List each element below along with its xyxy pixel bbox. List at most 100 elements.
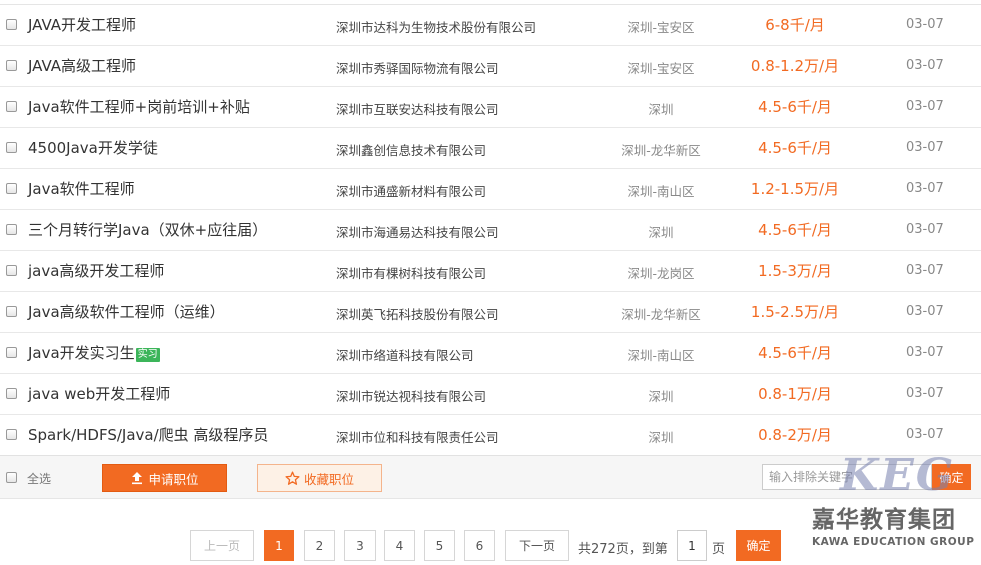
job-row: Spark/HDFS/Java/爬虫 高级程序员 深圳市位和科技有限责任公司 深… [0,415,981,456]
post-date: 03-07 [906,345,944,360]
prev-page-button[interactable]: 上一页 [190,530,254,561]
job-title[interactable]: JAVA高级工程师 [28,55,136,76]
post-date: 03-07 [906,263,944,278]
job-title[interactable]: 4500Java开发学徒 [28,137,158,158]
job-title[interactable]: Java软件工程师+岗前培训+补贴 [28,96,250,117]
exclude-confirm-button[interactable]: 确定 [932,464,971,490]
page-number[interactable]: 4 [384,530,415,561]
job-title[interactable]: JAVA开发工程师 [28,14,136,35]
job-row: java高级开发工程师 深圳市有棵树科技有限公司 深圳-龙岗区 1.5-3万/月… [0,251,981,292]
job-row: Java软件工程师+岗前培训+补贴 深圳市互联安达科技有限公司 深圳 4.5-6… [0,87,981,128]
job-row: 4500Java开发学徒 深圳鑫创信息技术有限公司 深圳-龙华新区 4.5-6千… [0,128,981,169]
apply-job-label: 申请职位 [148,471,199,487]
job-salary: 0.8-2万/月 [758,426,832,444]
job-row: 三个月转行学Java（双休+应往届） 深圳市海通易达科技有限公司 深圳 4.5-… [0,210,981,251]
job-row: JAVA高级工程师 深圳市秀驿国际物流有限公司 深圳-宝安区 0.8-1.2万/… [0,46,981,87]
exclude-keyword-input[interactable] [762,464,932,490]
post-date: 03-07 [906,99,944,114]
job-salary: 4.5-6千/月 [758,139,832,157]
job-title-text: Java开发实习生 [28,344,135,362]
job-location: 深圳 [648,102,674,117]
post-date: 03-07 [906,427,944,442]
job-title[interactable]: Java高级软件工程师（运维） [28,301,225,322]
job-checkbox[interactable] [6,265,17,276]
action-bar: 全选 申请职位 收藏职位 确定 [0,455,981,499]
job-location: 深圳-龙华新区 [621,307,701,322]
company-name[interactable]: 深圳市有棵树科技有限公司 [336,263,486,282]
watermark-name-cn: 嘉华教育集团 [812,506,956,533]
job-salary: 4.5-6千/月 [758,98,832,116]
post-date: 03-07 [906,58,944,73]
job-checkbox[interactable] [6,224,17,235]
job-location: 深圳-宝安区 [627,20,695,35]
post-date: 03-07 [906,304,944,319]
job-row: java web开发工程师 深圳市锐达视科技有限公司 深圳 0.8-1万/月 0… [0,374,981,415]
job-list: JAVA开发工程师 深圳市达科为生物技术股份有限公司 深圳-宝安区 6-8千/月… [0,4,981,456]
company-name[interactable]: 深圳市锐达视科技有限公司 [336,386,486,405]
job-location: 深圳-龙华新区 [621,143,701,158]
favorite-job-button[interactable]: 收藏职位 [257,464,382,492]
job-title[interactable]: Spark/HDFS/Java/爬虫 高级程序员 [28,424,268,445]
job-checkbox[interactable] [6,183,17,194]
company-name[interactable]: 深圳市互联安达科技有限公司 [336,99,499,118]
job-title[interactable]: Java开发实习生 实习 [28,342,160,363]
goto-page-button[interactable]: 确定 [736,530,781,561]
select-all-label[interactable]: 全选 [27,470,51,487]
page-number[interactable]: 6 [464,530,495,561]
job-title[interactable]: Java软件工程师 [28,178,135,199]
job-salary: 1.2-1.5万/月 [750,180,840,198]
company-name[interactable]: 深圳鑫创信息技术有限公司 [336,140,486,159]
internship-tag: 实习 [135,348,160,362]
job-location: 深圳-宝安区 [627,61,695,76]
job-salary: 0.8-1.2万/月 [750,57,840,75]
job-row: Java高级软件工程师（运维） 深圳英飞拓科技股份有限公司 深圳-龙华新区 1.… [0,292,981,333]
star-icon [285,470,300,485]
job-location: 深圳 [648,389,674,404]
job-location: 深圳-南山区 [627,348,695,363]
page-number-current[interactable]: 1 [264,530,294,561]
job-location: 深圳 [648,225,674,240]
job-title[interactable]: java高级开发工程师 [28,260,164,281]
apply-job-button[interactable]: 申请职位 [102,464,227,492]
company-name[interactable]: 深圳英飞拓科技股份有限公司 [336,304,499,323]
job-row: JAVA开发工程师 深圳市达科为生物技术股份有限公司 深圳-宝安区 6-8千/月… [0,5,981,46]
job-salary: 4.5-6千/月 [758,221,832,239]
post-date: 03-07 [906,17,944,32]
job-salary: 1.5-2.5万/月 [750,303,840,321]
job-checkbox[interactable] [6,388,17,399]
job-checkbox[interactable] [6,19,17,30]
job-checkbox[interactable] [6,101,17,112]
job-location: 深圳-龙岗区 [627,266,695,281]
page-number[interactable]: 2 [304,530,335,561]
job-title[interactable]: java web开发工程师 [28,383,170,404]
job-checkbox[interactable] [6,60,17,71]
company-name[interactable]: 深圳市秀驿国际物流有限公司 [336,58,499,77]
total-pages-text: 共272页，到第 [578,542,668,557]
job-checkbox[interactable] [6,429,17,440]
job-checkbox[interactable] [6,347,17,358]
company-name[interactable]: 深圳市通盛新材料有限公司 [336,181,486,200]
page-unit-label: 页 [712,542,726,557]
company-name[interactable]: 深圳市位和科技有限责任公司 [336,427,499,446]
job-salary: 6-8千/月 [765,16,825,34]
watermark-name-en: KAWA EDUCATION GROUP [812,536,975,548]
post-date: 03-07 [906,140,944,155]
post-date: 03-07 [906,222,944,237]
job-checkbox[interactable] [6,142,17,153]
job-row: Java软件工程师 深圳市通盛新材料有限公司 深圳-南山区 1.2-1.5万/月… [0,169,981,210]
job-salary: 4.5-6千/月 [758,344,832,362]
post-date: 03-07 [906,181,944,196]
next-page-button[interactable]: 下一页 [505,530,569,561]
page-number[interactable]: 3 [344,530,376,561]
post-date: 03-07 [906,386,944,401]
company-name[interactable]: 深圳市络道科技有限公司 [336,345,474,364]
goto-page-input[interactable] [677,530,707,561]
company-name[interactable]: 深圳市海通易达科技有限公司 [336,222,499,241]
company-name[interactable]: 深圳市达科为生物技术股份有限公司 [336,17,536,36]
job-row: Java开发实习生 实习 深圳市络道科技有限公司 深圳-南山区 4.5-6千/月 … [0,333,981,374]
job-title[interactable]: 三个月转行学Java（双休+应往届） [28,219,267,240]
select-all-checkbox[interactable] [6,472,17,483]
job-checkbox[interactable] [6,306,17,317]
page-number[interactable]: 5 [424,530,455,561]
job-salary: 0.8-1万/月 [758,385,832,403]
